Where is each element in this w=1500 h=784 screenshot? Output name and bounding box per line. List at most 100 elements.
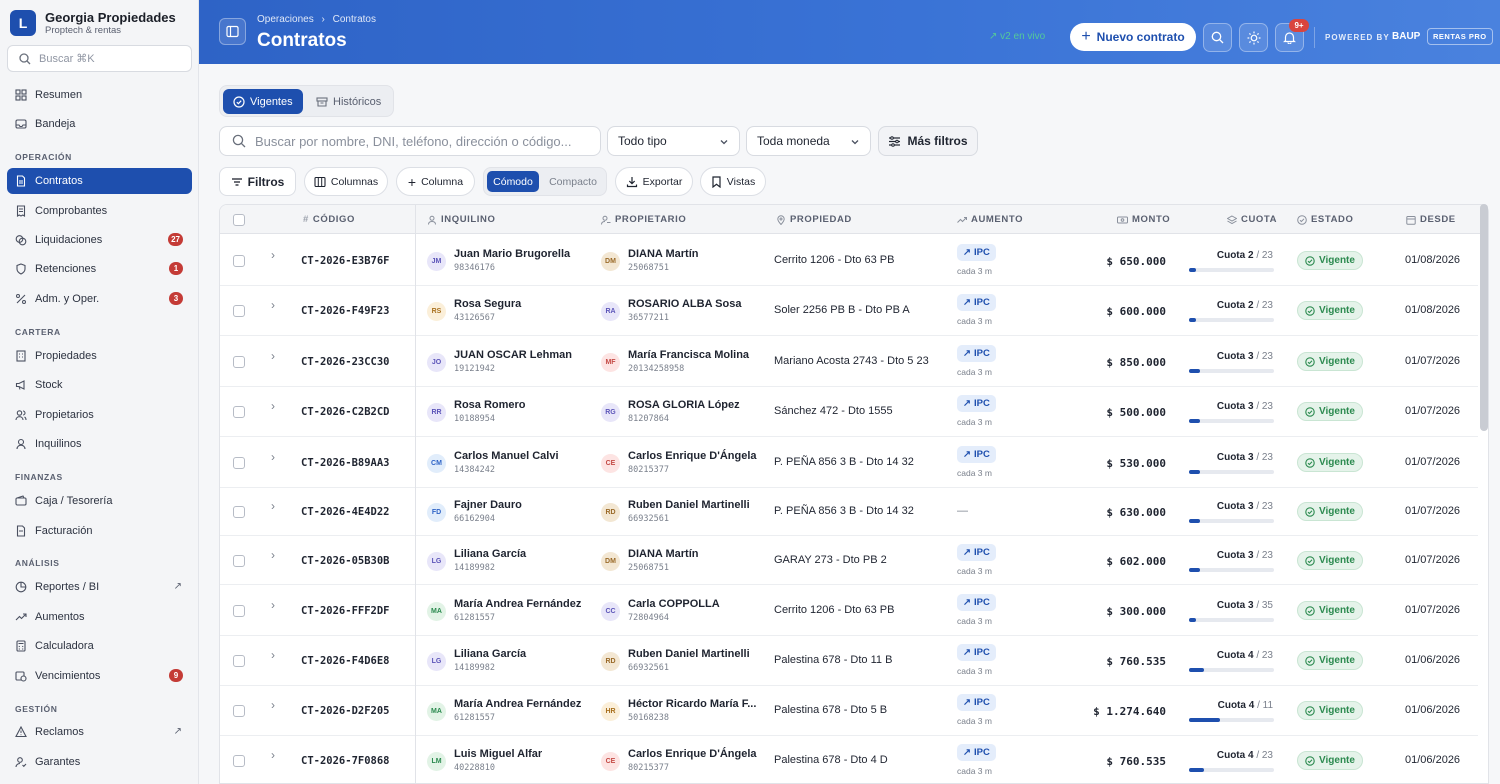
tenant-name[interactable]: Liliana García xyxy=(454,648,526,660)
owner-name[interactable]: Ruben Daniel Martinelli xyxy=(628,499,750,511)
row-checkbox[interactable] xyxy=(233,305,245,317)
notifications-button[interactable]: 9+ xyxy=(1275,19,1309,52)
sidebar-item-bandeja[interactable]: Bandeja xyxy=(7,111,192,137)
theme-toggle-button[interactable] xyxy=(1239,23,1268,52)
owner-name[interactable]: Carlos Enrique D'Ángela xyxy=(628,748,757,760)
property-address[interactable]: P. PEÑA 856 3 B - Dto 14 32 xyxy=(774,505,914,517)
tenant-name[interactable]: Liliana García xyxy=(454,548,526,560)
table-row[interactable]: › CT-2026-B89AA3 CM Carlos Manuel Calvi … xyxy=(220,437,1478,488)
table-row[interactable]: › CT-2026-D2F205 MA María Andrea Fernánd… xyxy=(220,686,1478,736)
row-checkbox[interactable] xyxy=(233,555,245,567)
row-checkbox[interactable] xyxy=(233,655,245,667)
owner-name[interactable]: Carla COPPOLLA xyxy=(628,598,720,610)
column-header-property[interactable]: PROPIEDAD xyxy=(776,214,852,225)
sidebar-item-facturacion[interactable]: Facturación xyxy=(7,518,192,544)
contract-code[interactable]: CT-2026-F4D6E8 xyxy=(301,655,390,667)
expand-chevron-icon[interactable]: › xyxy=(271,698,275,712)
row-checkbox[interactable] xyxy=(233,705,245,717)
views-button[interactable]: Vistas xyxy=(700,167,766,196)
contract-code[interactable]: CT-2026-FFF2DF xyxy=(301,605,390,617)
tenant-name[interactable]: Luis Miguel Alfar xyxy=(454,748,542,760)
table-row[interactable]: › CT-2026-7F0868 LM Luis Miguel Alfar 40… xyxy=(220,736,1478,783)
expand-chevron-icon[interactable]: › xyxy=(271,748,275,762)
tenant-name[interactable]: Rosa Segura xyxy=(454,298,521,310)
table-row[interactable]: › CT-2026-4E4D22 FD Fajner Dauro 6616290… xyxy=(220,488,1478,536)
property-address[interactable]: P. PEÑA 856 3 B - Dto 14 32 xyxy=(774,456,914,468)
row-checkbox[interactable] xyxy=(233,406,245,418)
column-header-increase[interactable]: AUMENTO xyxy=(957,214,1023,225)
currency-select[interactable]: Toda moneda xyxy=(746,126,871,156)
contract-code[interactable]: CT-2026-F49F23 xyxy=(301,305,390,317)
tenant-name[interactable]: Fajner Dauro xyxy=(454,499,522,511)
more-filters-button[interactable]: Más filtros xyxy=(878,126,978,156)
export-button[interactable]: Exportar xyxy=(615,167,693,196)
expand-chevron-icon[interactable]: › xyxy=(271,598,275,612)
column-header-tenant[interactable]: INQUILINO xyxy=(427,214,495,225)
density-comfortable-button[interactable]: Cómodo xyxy=(487,171,539,192)
contract-code[interactable]: CT-2026-05B30B xyxy=(301,555,390,567)
sidebar-item-inquilinos[interactable]: Inquilinos xyxy=(7,431,192,457)
sidebar-item-reportes[interactable]: Reportes / BI ↗ xyxy=(7,574,192,600)
column-header-since[interactable]: DESDE xyxy=(1406,214,1456,225)
tenant-name[interactable]: María Andrea Fernández xyxy=(454,598,581,610)
contract-code[interactable]: CT-2026-7F0868 xyxy=(301,755,390,767)
row-checkbox[interactable] xyxy=(233,506,245,518)
tab-vigentes[interactable]: Vigentes xyxy=(223,89,303,114)
contract-code[interactable]: CT-2026-4E4D22 xyxy=(301,506,390,518)
sidebar-item-retenciones[interactable]: Retenciones 1 xyxy=(7,256,192,282)
expand-chevron-icon[interactable]: › xyxy=(271,298,275,312)
table-row[interactable]: › CT-2026-F49F23 RS Rosa Segura 43126567… xyxy=(220,286,1478,336)
breadcrumb-parent[interactable]: Operaciones xyxy=(257,14,314,25)
owner-name[interactable]: ROSARIO ALBA Sosa xyxy=(628,298,741,310)
sidebar-item-caja[interactable]: Caja / Tesorería xyxy=(7,488,192,514)
tenant-name[interactable]: JUAN OSCAR Lehman xyxy=(454,349,572,361)
expand-chevron-icon[interactable]: › xyxy=(271,349,275,363)
column-header-status[interactable]: ESTADO xyxy=(1297,214,1353,225)
contract-code[interactable]: CT-2026-23CC30 xyxy=(301,356,390,368)
row-checkbox[interactable] xyxy=(233,605,245,617)
owner-name[interactable]: Carlos Enrique D'Ángela xyxy=(628,450,757,462)
property-address[interactable]: Cerrito 1206 - Dto 63 PB xyxy=(774,604,894,616)
owner-name[interactable]: María Francisca Molina xyxy=(628,349,749,361)
tenant-name[interactable]: Juan Mario Brugorella xyxy=(454,248,570,260)
table-row[interactable]: › CT-2026-C2B2CD RR Rosa Romero 10188954… xyxy=(220,387,1478,437)
contract-code[interactable]: CT-2026-E3B76F xyxy=(301,255,390,267)
tab-historicos[interactable]: Históricos xyxy=(306,89,392,114)
contract-code[interactable]: CT-2026-C2B2CD xyxy=(301,406,390,418)
property-address[interactable]: Soler 2256 PB B - Dto PB A xyxy=(774,304,910,316)
sidebar-item-reclamos[interactable]: Reclamos ↗ xyxy=(7,719,192,745)
contract-code[interactable]: CT-2026-D2F205 xyxy=(301,705,390,717)
contract-code[interactable]: CT-2026-B89AA3 xyxy=(301,457,390,469)
property-address[interactable]: Mariano Acosta 2743 - Dto 5 23 xyxy=(774,355,929,367)
property-address[interactable]: Sánchez 472 - Dto 1555 xyxy=(774,405,893,417)
columns-button[interactable]: Columnas xyxy=(304,167,388,196)
owner-name[interactable]: Héctor Ricardo María F... xyxy=(628,698,756,710)
column-header-code[interactable]: # CÓDIGO xyxy=(303,214,355,225)
property-address[interactable]: GARAY 273 - Dto PB 2 xyxy=(774,554,887,566)
sidebar-item-comprobantes[interactable]: Comprobantes xyxy=(7,198,192,224)
tenant-name[interactable]: Carlos Manuel Calvi xyxy=(454,450,559,462)
density-compact-button[interactable]: Compacto xyxy=(542,171,604,192)
expand-chevron-icon[interactable]: › xyxy=(271,399,275,413)
table-row[interactable]: › CT-2026-05B30B LG Liliana García 14189… xyxy=(220,536,1478,585)
type-select[interactable]: Todo tipo xyxy=(607,126,740,156)
tenant-name[interactable]: María Andrea Fernández xyxy=(454,698,581,710)
table-row[interactable]: › CT-2026-23CC30 JO JUAN OSCAR Lehman 19… xyxy=(220,336,1478,387)
property-address[interactable]: Palestina 678 - Dto 4 D xyxy=(774,754,888,766)
table-row[interactable]: › CT-2026-FFF2DF MA María Andrea Fernánd… xyxy=(220,585,1478,636)
add-column-button[interactable]: + Columna xyxy=(396,167,475,196)
property-address[interactable]: Palestina 678 - Dto 5 B xyxy=(774,704,887,716)
sidebar-search[interactable]: Buscar ⌘K xyxy=(7,45,192,72)
sidebar-item-garantes[interactable]: Garantes xyxy=(7,749,192,775)
tenant-name[interactable]: Rosa Romero xyxy=(454,399,526,411)
sidebar-item-calculadora[interactable]: Calculadora xyxy=(7,633,192,659)
sidebar-item-resumen[interactable]: Resumen xyxy=(7,82,192,108)
row-checkbox[interactable] xyxy=(233,755,245,767)
owner-name[interactable]: DIANA Martín xyxy=(628,248,698,260)
table-row[interactable]: › CT-2026-F4D6E8 LG Liliana García 14189… xyxy=(220,636,1478,686)
sidebar-item-stock[interactable]: Stock xyxy=(7,372,192,398)
sidebar-item-propiedades[interactable]: Propiedades xyxy=(7,343,192,369)
expand-chevron-icon[interactable]: › xyxy=(271,648,275,662)
sidebar-item-contratos[interactable]: Contratos xyxy=(7,168,192,194)
column-header-installment[interactable]: CUOTA xyxy=(1227,214,1277,225)
